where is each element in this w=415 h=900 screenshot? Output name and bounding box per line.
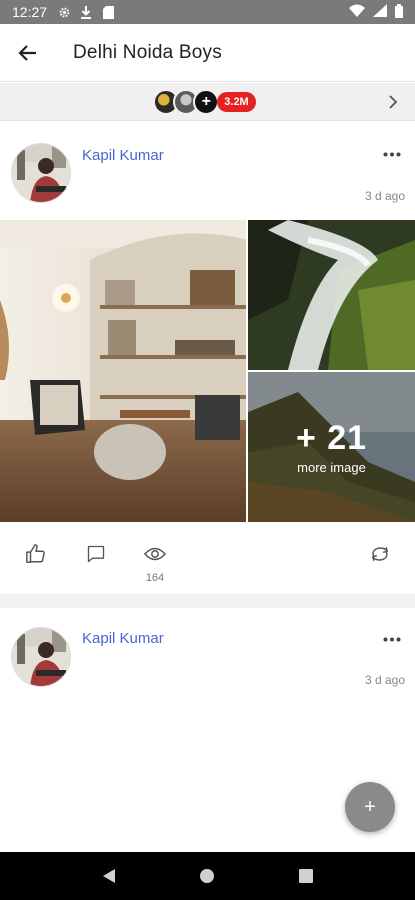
more-options-button[interactable]	[379, 629, 405, 649]
post-divider	[0, 594, 415, 608]
status-bar: 12:27	[0, 0, 415, 24]
arrow-left-icon	[18, 44, 36, 61]
gallery-image-waterfall[interactable]	[248, 220, 415, 370]
author-name-link[interactable]: Kapil Kumar	[82, 147, 164, 164]
nav-home-button[interactable]	[195, 864, 219, 888]
views-button[interactable]	[141, 540, 169, 568]
status-right	[349, 3, 403, 21]
screen: 12:27 Delhi Noida Boys + 3.2M Kapil Kuma…	[0, 0, 415, 900]
plus-icon: +	[364, 795, 376, 818]
more-horizontal-icon	[383, 152, 401, 156]
chevron-right-icon	[389, 95, 398, 109]
post-time: 3 d ago	[364, 673, 405, 687]
members-strip[interactable]: + 3.2M	[0, 83, 415, 121]
app-bar: Delhi Noida Boys	[0, 24, 415, 82]
back-button[interactable]	[0, 24, 56, 82]
member-avatars[interactable]: + 3.2M	[153, 88, 256, 115]
signal-icon	[373, 4, 387, 20]
nav-back-button[interactable]	[97, 864, 121, 888]
author-name-link[interactable]: Kapil Kumar	[82, 630, 164, 647]
square-recents-icon	[298, 869, 313, 883]
plus-symbol: +	[201, 92, 211, 110]
more-images-count: + 21	[295, 419, 368, 457]
post-time: 3 d ago	[364, 189, 405, 203]
wifi-icon	[349, 4, 365, 20]
status-time: 12:27	[12, 4, 48, 20]
avatar[interactable]	[11, 627, 71, 687]
gear-icon	[57, 5, 71, 19]
sd-card-icon	[101, 5, 115, 19]
comment-icon	[87, 545, 105, 563]
battery-icon	[395, 3, 403, 21]
more-horizontal-icon	[383, 637, 401, 641]
avatar[interactable]	[11, 143, 71, 203]
repost-icon	[371, 546, 389, 562]
view-count: 164	[145, 572, 165, 584]
more-images-label: more image	[297, 460, 366, 475]
eye-icon	[144, 547, 166, 561]
create-post-fab[interactable]: +	[345, 782, 395, 832]
post-header: Kapil Kumar 3 d ago	[0, 608, 415, 704]
more-images-overlay: + 21 more image	[248, 372, 415, 522]
gallery-side: + 21 more image	[248, 220, 415, 522]
share-button[interactable]	[366, 540, 394, 568]
gallery-image-more[interactable]: + 21 more image	[248, 372, 415, 522]
thumbs-up-icon	[26, 544, 45, 563]
nav-recents-button[interactable]	[294, 864, 318, 888]
post-card: Kapil Kumar 3 d ago	[0, 124, 415, 594]
download-icon	[79, 5, 93, 19]
add-member-icon[interactable]: +	[193, 88, 220, 115]
triangle-back-icon	[103, 869, 116, 883]
like-button[interactable]	[22, 540, 50, 568]
post-card: Kapil Kumar 3 d ago	[0, 608, 415, 708]
members-chevron-button[interactable]	[383, 92, 403, 112]
post-actions: 164	[0, 522, 415, 594]
circle-home-icon	[200, 869, 215, 883]
member-count-badge: 3.2M	[217, 91, 256, 112]
system-nav-bar	[0, 852, 415, 900]
image-gallery: + 21 more image	[0, 220, 415, 522]
comment-button[interactable]	[82, 540, 110, 568]
post-header: Kapil Kumar 3 d ago	[0, 124, 415, 220]
page-title: Delhi Noida Boys	[73, 41, 222, 63]
more-options-button[interactable]	[379, 144, 405, 164]
gallery-image-main[interactable]	[0, 220, 246, 522]
